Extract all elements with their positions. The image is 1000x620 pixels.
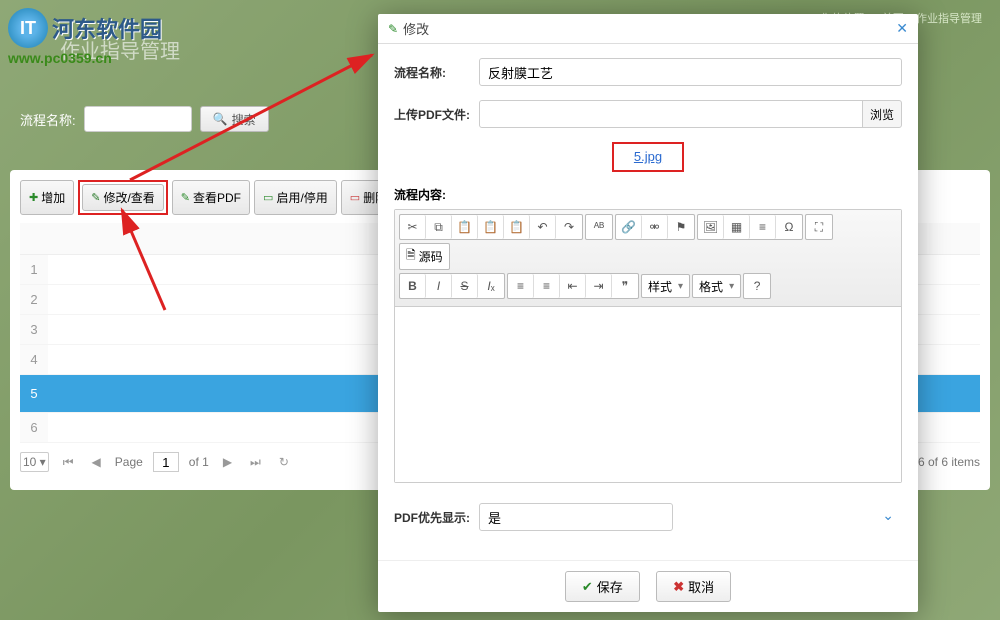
view-pdf-button[interactable]: ✎查看PDF xyxy=(172,180,250,215)
numbered-list-icon[interactable]: ≡ xyxy=(508,274,534,298)
pencil-icon: ✎ xyxy=(91,191,100,204)
source-button[interactable]: 🗎源码 xyxy=(399,243,450,270)
search-bar: 流程名称: 🔍搜索 xyxy=(20,106,269,132)
cancel-button[interactable]: ✖取消 xyxy=(656,571,731,602)
search-label: 流程名称: xyxy=(20,110,76,129)
modal-header: ✎ 修改 ✕ xyxy=(378,14,918,44)
check-icon: ✔ xyxy=(582,579,593,595)
maximize-icon[interactable]: ⛶ xyxy=(806,215,832,239)
blockquote-icon[interactable]: ❞ xyxy=(612,274,638,298)
indent-icon[interactable]: ⇥ xyxy=(586,274,612,298)
last-page-icon[interactable]: ⏭ xyxy=(246,453,265,472)
source-icon: 🗎 xyxy=(406,246,416,267)
spellcheck-icon[interactable]: ᴬᴮ xyxy=(586,215,612,239)
pager-summary: 6 of 6 items xyxy=(918,455,980,469)
refresh-icon[interactable]: ↻ xyxy=(275,453,293,471)
name-input[interactable] xyxy=(479,58,902,86)
paste-icon[interactable]: 📋 xyxy=(452,215,478,239)
plus-icon: ✚ xyxy=(29,191,38,204)
prev-page-icon[interactable]: ◀ xyxy=(88,453,105,471)
content-label: 流程内容: xyxy=(394,186,902,203)
minus-icon: ▭ xyxy=(350,191,360,204)
pdf-path-input[interactable] xyxy=(479,100,863,128)
breadcrumb-current: 作业指导管理 xyxy=(916,13,982,25)
modal-footer: ✔保存 ✖取消 xyxy=(378,560,918,612)
uploaded-file-link[interactable]: 5.jpg xyxy=(634,149,662,164)
strike-icon[interactable]: S xyxy=(452,274,478,298)
add-button[interactable]: ✚增加 xyxy=(20,180,74,215)
link-icon[interactable]: 🔗 xyxy=(616,215,642,239)
toggle-button[interactable]: ▭启用/停用 xyxy=(254,180,337,215)
pdf-icon: ✎ xyxy=(181,191,190,204)
paste-word-icon[interactable]: 📋 xyxy=(504,215,530,239)
search-button[interactable]: 🔍搜索 xyxy=(200,106,269,132)
browse-button[interactable]: 浏览 xyxy=(862,100,902,128)
edit-modal: ✎ 修改 ✕ 流程名称: 上传PDF文件: 浏览 5.jpg 流程内容: ✂ ⧉… xyxy=(378,14,918,612)
format-select[interactable]: 格式 xyxy=(692,274,741,298)
brand-text: 河东软件园 xyxy=(52,12,162,44)
name-label: 流程名称: xyxy=(394,64,479,81)
toggle-icon: ▭ xyxy=(263,191,273,204)
italic-icon[interactable]: I xyxy=(426,274,452,298)
paste-text-icon[interactable]: 📋 xyxy=(478,215,504,239)
remove-format-icon[interactable]: Iₓ xyxy=(478,274,504,298)
next-page-icon[interactable]: ▶ xyxy=(219,453,236,471)
brand-url: www.pc0359.cn xyxy=(8,50,162,66)
help-icon[interactable]: ? xyxy=(744,274,770,298)
save-button[interactable]: ✔保存 xyxy=(565,571,640,602)
redo-icon[interactable]: ↷ xyxy=(556,215,582,239)
outdent-icon[interactable]: ⇤ xyxy=(560,274,586,298)
bullet-list-icon[interactable]: ≡ xyxy=(534,274,560,298)
rich-editor: ✂ ⧉ 📋 📋 📋 ↶ ↷ ᴬᴮ 🔗 ⚮ ⚑ xyxy=(394,209,902,483)
editor-textarea[interactable] xyxy=(395,307,901,482)
edit-view-button[interactable]: ✎修改/查看 xyxy=(82,184,164,211)
cut-icon[interactable]: ✂ xyxy=(400,215,426,239)
modal-title: 修改 xyxy=(403,19,429,38)
first-page-icon[interactable]: ⏮ xyxy=(59,453,78,472)
copy-icon[interactable]: ⧉ xyxy=(426,215,452,239)
bold-icon[interactable]: B xyxy=(400,274,426,298)
image-icon[interactable]: 🖼 xyxy=(698,215,724,239)
pdf-priority-label: PDF优先显示: xyxy=(394,509,479,526)
page-size-select[interactable]: 10 ▾ xyxy=(20,452,49,472)
pdf-priority-select[interactable] xyxy=(479,503,673,531)
unlink-icon[interactable]: ⚮ xyxy=(642,215,668,239)
x-icon: ✖ xyxy=(673,579,684,595)
page-input[interactable] xyxy=(153,452,179,472)
undo-icon[interactable]: ↶ xyxy=(530,215,556,239)
search-icon: 🔍 xyxy=(213,112,228,126)
special-char-icon[interactable]: Ω xyxy=(776,215,802,239)
table-icon[interactable]: ▦ xyxy=(724,215,750,239)
watermark: IT 河东软件园 www.pc0359.cn xyxy=(8,8,162,66)
pencil-icon: ✎ xyxy=(388,22,398,36)
anchor-icon[interactable]: ⚑ xyxy=(668,215,694,239)
close-icon[interactable]: ✕ xyxy=(896,20,908,37)
search-input[interactable] xyxy=(84,106,192,132)
hr-icon[interactable]: ≡ xyxy=(750,215,776,239)
pdf-label: 上传PDF文件: xyxy=(394,106,479,123)
logo-icon: IT xyxy=(8,8,48,48)
style-select[interactable]: 样式 xyxy=(641,274,690,298)
